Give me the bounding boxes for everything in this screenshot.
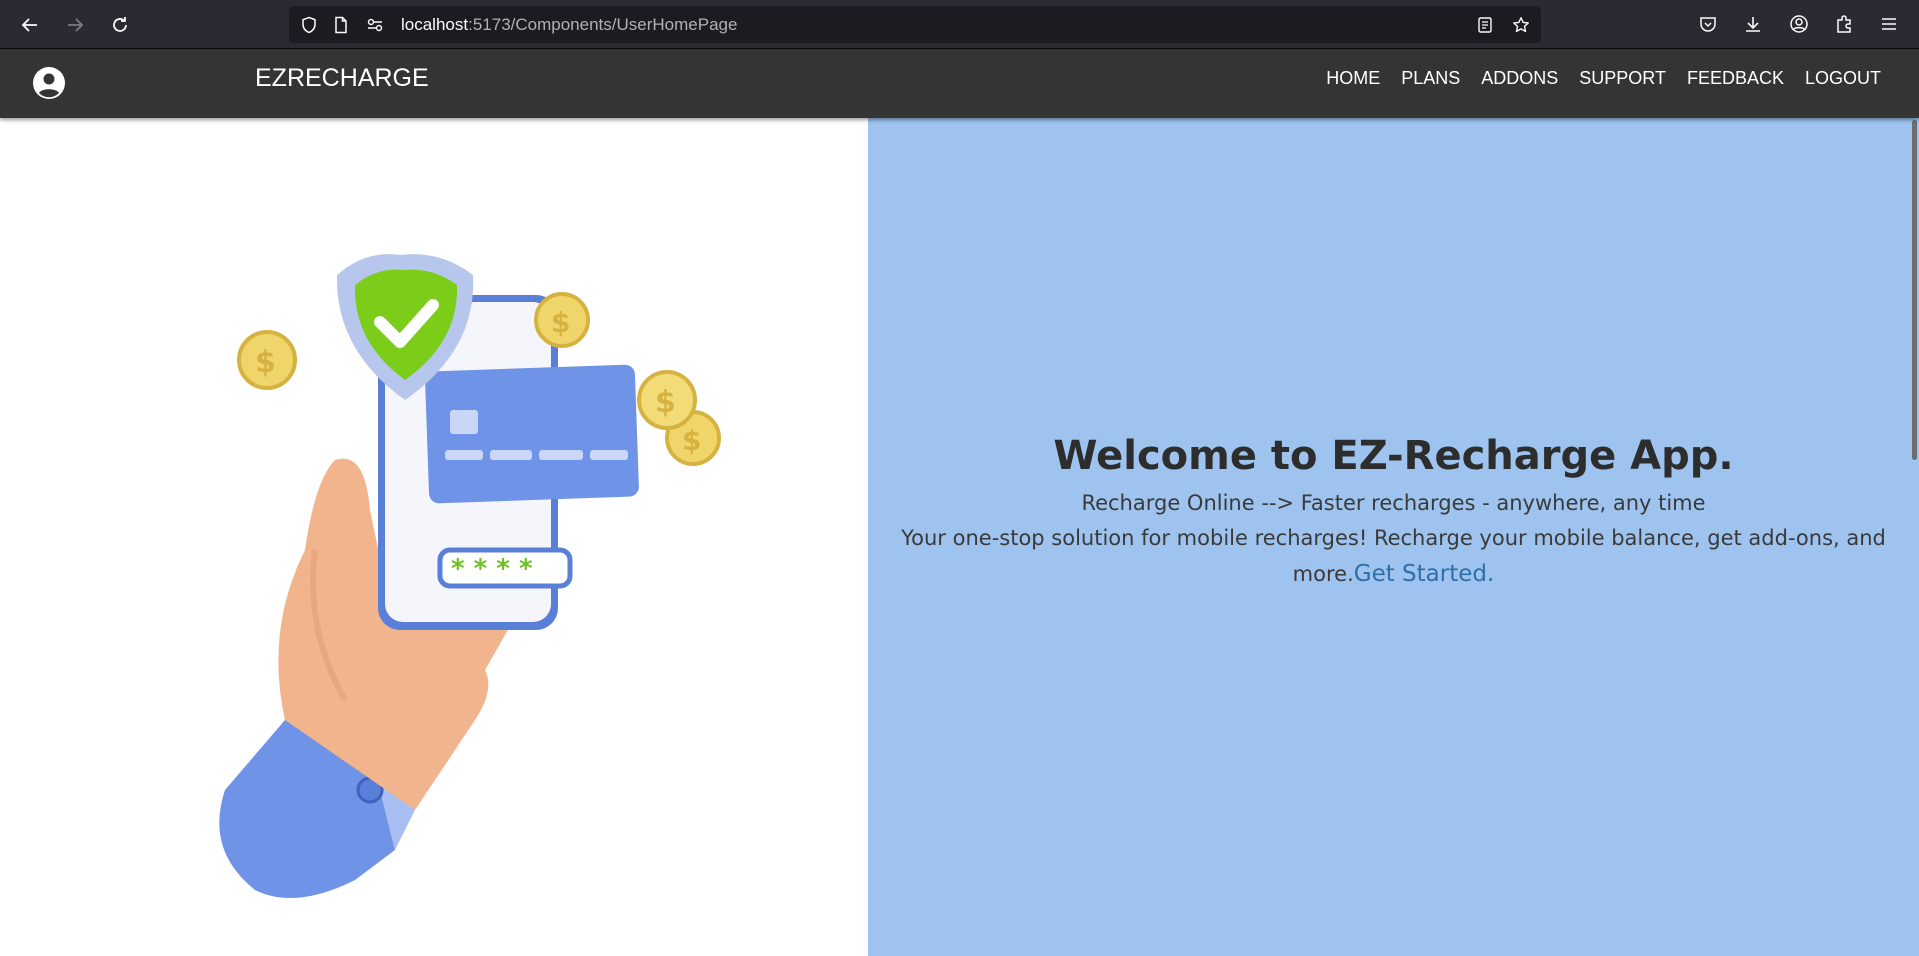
hero-title: Welcome to EZ-Recharge App. — [1053, 433, 1734, 479]
scrollbar-thumb[interactable] — [1912, 120, 1917, 460]
shield-icon[interactable] — [299, 15, 319, 35]
forward-icon[interactable] — [60, 10, 90, 40]
nav-home[interactable]: HOME — [1326, 68, 1380, 89]
svg-text:$: $ — [682, 424, 701, 457]
brand-title[interactable]: EZRECHARGE — [255, 49, 429, 118]
credit-card-graphic — [425, 364, 639, 504]
extensions-icon[interactable] — [1832, 12, 1856, 36]
browser-toolbar: localhost:5173/Components/UserHomePage — [0, 0, 1919, 49]
nav-support[interactable]: SUPPORT — [1579, 68, 1666, 89]
hero-tagline: Recharge Online --> Faster recharges - a… — [1081, 491, 1706, 515]
user-profile-icon[interactable] — [32, 66, 66, 100]
app-header: EZRECHARGE HOME PLANS ADDONS SUPPORT FEE… — [0, 49, 1919, 118]
hero-panel: Welcome to EZ-Recharge App. Recharge Onl… — [868, 118, 1919, 956]
payment-illustration: * * * * $ $ $ $ — [219, 254, 721, 898]
reload-icon[interactable] — [105, 10, 135, 40]
get-started-link[interactable]: Get Started. — [1354, 561, 1495, 587]
nav-feedback[interactable]: FEEDBACK — [1687, 68, 1784, 89]
svg-text:* * * *: * * * * — [451, 554, 533, 584]
downloads-icon[interactable] — [1741, 12, 1765, 36]
reader-view-icon[interactable] — [1475, 15, 1495, 35]
pocket-icon[interactable] — [1696, 12, 1720, 36]
svg-text:$: $ — [655, 385, 676, 420]
nav-addons[interactable]: ADDONS — [1481, 68, 1558, 89]
main-nav: HOME PLANS ADDONS SUPPORT FEEDBACK LOGOU… — [1305, 49, 1881, 107]
nav-logout[interactable]: LOGOUT — [1805, 68, 1881, 89]
svg-text:$: $ — [255, 345, 276, 380]
menu-icon[interactable] — [1877, 12, 1901, 36]
page-icon[interactable] — [331, 15, 351, 35]
url-text[interactable]: localhost:5173/Components/UserHomePage — [401, 6, 737, 43]
hero-content: Welcome to EZ-Recharge App. Recharge Onl… — [868, 428, 1919, 592]
hero-description-block: Your one-stop solution for mobile rechar… — [899, 520, 1889, 592]
account-icon[interactable] — [1787, 12, 1811, 36]
url-path: :5173/Components/UserHomePage — [468, 15, 738, 34]
nav-plans[interactable]: PLANS — [1401, 68, 1460, 89]
bookmark-star-icon[interactable] — [1511, 15, 1531, 35]
url-bar[interactable]: localhost:5173/Components/UserHomePage — [289, 6, 1541, 43]
permissions-icon[interactable] — [365, 15, 385, 35]
url-host: localhost — [401, 15, 469, 34]
svg-text:$: $ — [551, 306, 570, 339]
back-icon[interactable] — [15, 10, 45, 40]
